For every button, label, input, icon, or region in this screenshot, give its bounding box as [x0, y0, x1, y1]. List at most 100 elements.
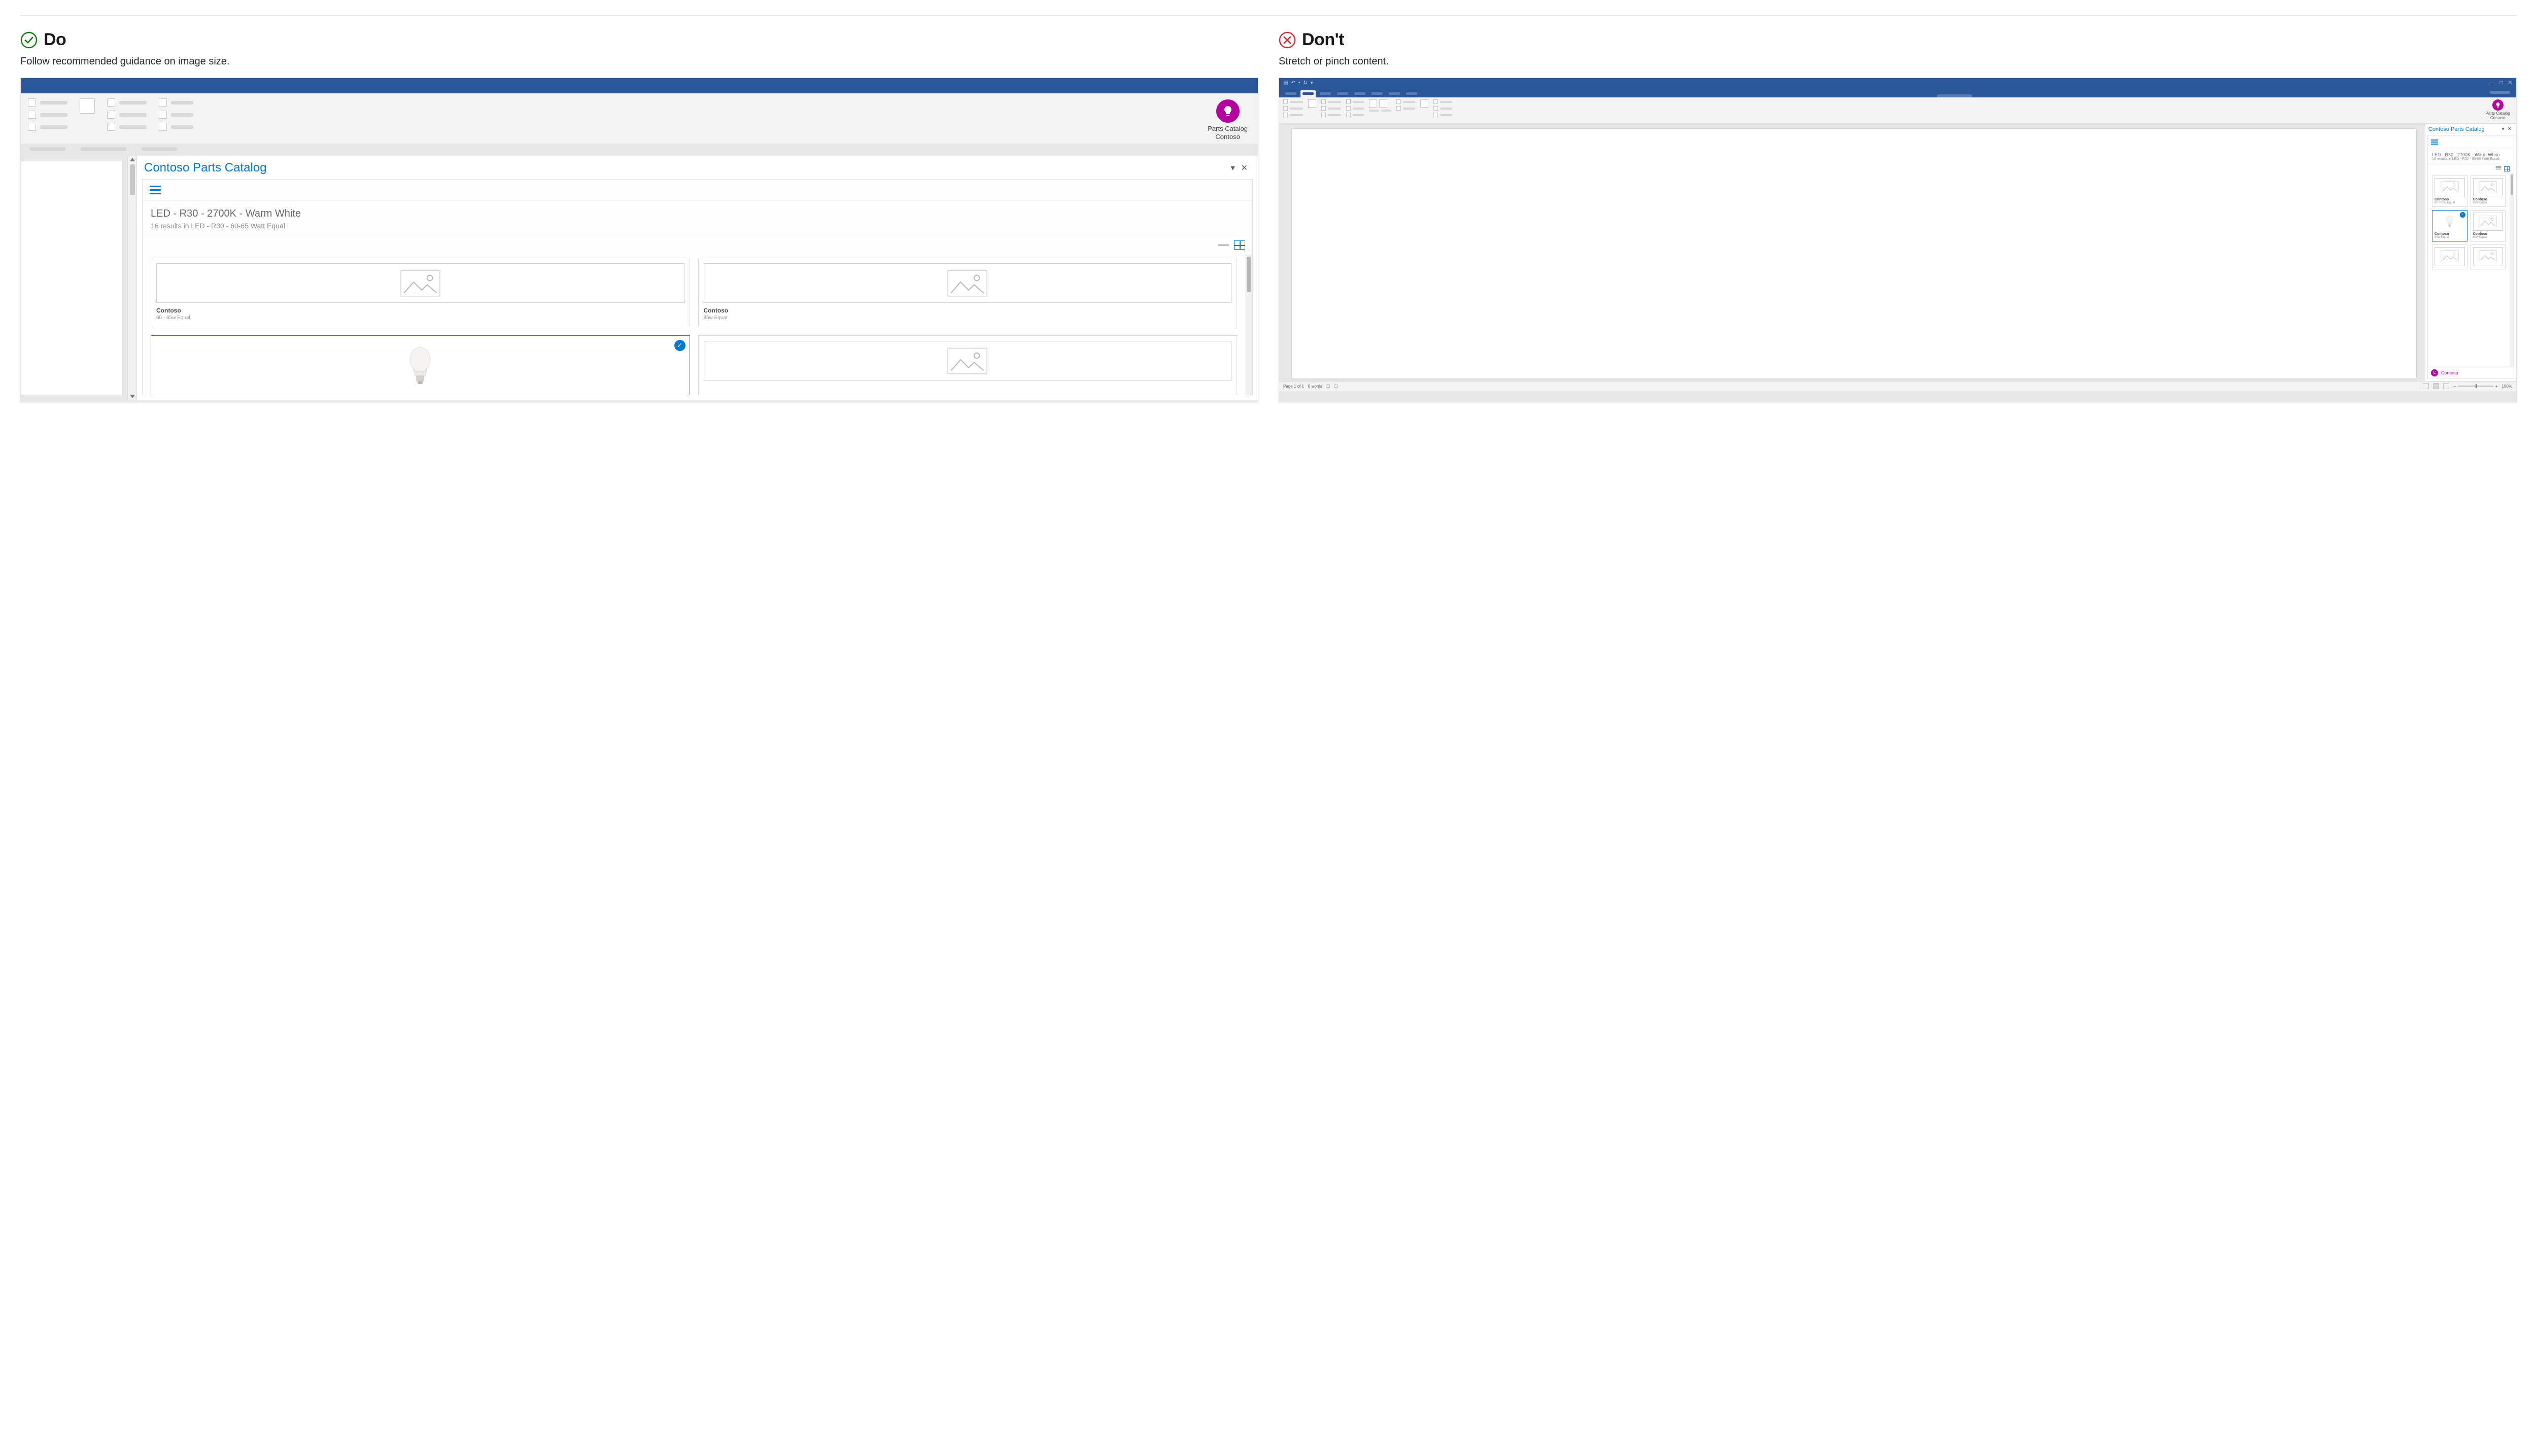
- breadcrumb-sub: 16 results in LED - R30 - 60-65 Watt Equ…: [151, 222, 1244, 230]
- print-layout-icon[interactable]: [2433, 383, 2439, 389]
- image-placeholder-icon: [2473, 247, 2504, 265]
- ribbon-placeholder: [40, 125, 67, 129]
- product-card[interactable]: Contoso85w Equal: [2471, 176, 2506, 207]
- close-icon[interactable]: ✕: [1238, 162, 1251, 174]
- product-brand: Contoso: [2473, 232, 2504, 236]
- ribbon-placeholder: [119, 113, 147, 117]
- ribbon-checkbox[interactable]: [28, 111, 36, 119]
- minimize-icon[interactable]: —: [2490, 80, 2495, 86]
- document-page[interactable]: [1291, 128, 2417, 379]
- dont-screenshot: ▤ ↶ • ↻ ▾ — □ ✕: [1279, 78, 2517, 402]
- ribbon-tab[interactable]: [1335, 90, 1350, 97]
- web-layout-icon[interactable]: [2443, 383, 2449, 389]
- image-placeholder-icon: [2473, 178, 2504, 196]
- product-card[interactable]: [698, 335, 1238, 395]
- word-ribbon: Parts CatalogContoso: [21, 93, 1258, 145]
- dont-column: Don't Stretch or pinch content. ▤ ↶ • ↻ …: [1279, 30, 2517, 402]
- hamburger-icon[interactable]: [150, 186, 161, 194]
- ribbon-placeholder: [171, 101, 193, 105]
- close-icon[interactable]: ✕: [2508, 80, 2512, 86]
- product-card[interactable]: ✓: [151, 335, 690, 395]
- ribbon-tab[interactable]: [1283, 90, 1298, 97]
- maximize-icon[interactable]: □: [2500, 80, 2503, 86]
- breadcrumb-title: LED - R30 - 2700K - Warm White: [2432, 152, 2510, 157]
- product-card[interactable]: Contoso85w Equal: [2471, 210, 2506, 241]
- ribbon-tab[interactable]: [1352, 90, 1367, 97]
- product-brand: Contoso: [704, 307, 1232, 314]
- word-ribbon: Parts CatalogContoso: [1279, 97, 2516, 123]
- product-meta: 60 - 65w Equal: [156, 315, 684, 321]
- breadcrumb: LED - R30 - 2700K - Warm White 16 result…: [2428, 149, 2514, 164]
- ribbon-checkbox[interactable]: [28, 123, 36, 131]
- ribbon-checkbox[interactable]: [159, 98, 167, 107]
- product-grid: Contoso60 - 65w EqualContoso85w Equal✓: [143, 255, 1245, 395]
- word-titlebar: [21, 78, 1258, 93]
- ribbon-checkbox[interactable]: [107, 111, 115, 119]
- tell-me-box[interactable]: [1421, 94, 2488, 97]
- product-brand: Contoso: [2435, 198, 2465, 201]
- addin-label-line1: Parts Catalog: [2486, 111, 2510, 116]
- document-scrollbar[interactable]: [127, 156, 136, 400]
- pane-scrollbar[interactable]: [2510, 174, 2514, 367]
- ribbon-placeholder: [119, 125, 147, 129]
- product-card[interactable]: Contoso60 - 65w Equal: [2432, 176, 2467, 207]
- undo-icon[interactable]: ↶: [1291, 80, 1295, 86]
- ribbon-checkbox[interactable]: [159, 123, 167, 131]
- close-icon[interactable]: ✕: [2506, 126, 2513, 132]
- product-card[interactable]: [2432, 245, 2467, 269]
- addin-label-line2: Contoso: [1215, 133, 1240, 141]
- product-meta: 85w Equal: [2473, 201, 2504, 204]
- ribbon-checkbox[interactable]: [107, 123, 115, 131]
- product-meta: 65w Equal: [2435, 236, 2465, 239]
- image-placeholder-icon: [2473, 213, 2504, 231]
- persona-avatar: C: [2431, 369, 2438, 376]
- document-area: [21, 156, 127, 400]
- pane-scrollbar[interactable]: [1245, 255, 1252, 395]
- redo-icon[interactable]: ↻: [1303, 80, 1307, 86]
- product-card[interactable]: Contoso85w Equal: [698, 258, 1238, 327]
- ribbon-tab[interactable]: [1369, 90, 1385, 97]
- status-accessibility-icon[interactable]: ☐: [1334, 384, 1338, 389]
- do-heading: Do: [20, 30, 1258, 50]
- check-circle-icon: [20, 31, 38, 49]
- grid-view-icon[interactable]: [2504, 166, 2510, 171]
- ribbon-checkbox[interactable]: [107, 98, 115, 107]
- pane-menu-icon[interactable]: ▾: [2500, 126, 2506, 132]
- read-mode-icon[interactable]: [2423, 383, 2429, 389]
- product-grid: Contoso60 - 65w EqualContoso85w Equal✓Co…: [2428, 174, 2510, 367]
- ribbon-tabs[interactable]: [1279, 87, 2516, 97]
- grid-view-icon[interactable]: [1234, 240, 1245, 250]
- ribbon-checkbox[interactable]: [159, 111, 167, 119]
- ribbon-tab[interactable]: [1404, 90, 1419, 97]
- dont-label: Don't: [1302, 30, 1344, 50]
- task-pane: Contoso Parts Catalog ▾ ✕ LED - R30 - 27…: [2425, 123, 2516, 381]
- persona-footer[interactable]: C Contoso: [2428, 367, 2514, 378]
- breadcrumb: LED - R30 - 2700K - Warm White 16 result…: [143, 200, 1252, 235]
- product-card[interactable]: Contoso60 - 65w Equal: [151, 258, 690, 327]
- list-view-icon[interactable]: [2496, 166, 2501, 171]
- document-page[interactable]: [21, 161, 122, 395]
- product-meta: 85w Equal: [704, 315, 1232, 321]
- ribbon-checkbox[interactable]: [80, 98, 95, 114]
- product-card[interactable]: ✓Contoso65w Equal: [2432, 210, 2467, 241]
- zoom-slider[interactable]: −+: [2453, 384, 2497, 389]
- product-meta: 85w Equal: [2473, 236, 2504, 239]
- pane-menu-icon[interactable]: ▾: [1228, 162, 1238, 174]
- list-view-icon[interactable]: [1218, 240, 1229, 250]
- addin-label-line1: Parts Catalog: [1208, 125, 1248, 132]
- lightbulb-icon: [1216, 99, 1240, 123]
- share-button[interactable]: [2490, 91, 2510, 94]
- addin-ribbon-button[interactable]: Parts CatalogContoso: [1205, 98, 1251, 142]
- ribbon-checkbox[interactable]: [28, 98, 36, 107]
- product-card[interactable]: [2471, 245, 2506, 269]
- status-proofing-icon[interactable]: ☐: [1326, 384, 1330, 389]
- hamburger-icon[interactable]: [2428, 135, 2514, 149]
- save-icon[interactable]: ▤: [1283, 80, 1288, 86]
- quick-access-toolbar[interactable]: ▤ ↶ • ↻ ▾: [1283, 80, 1313, 86]
- ribbon-tab-active[interactable]: [1300, 90, 1316, 97]
- addin-ribbon-button[interactable]: Parts CatalogContoso: [2484, 99, 2512, 121]
- image-placeholder-icon: [2435, 247, 2465, 265]
- product-brand: Contoso: [156, 307, 684, 314]
- ribbon-tab[interactable]: [1387, 90, 1402, 97]
- ribbon-tab[interactable]: [1318, 90, 1333, 97]
